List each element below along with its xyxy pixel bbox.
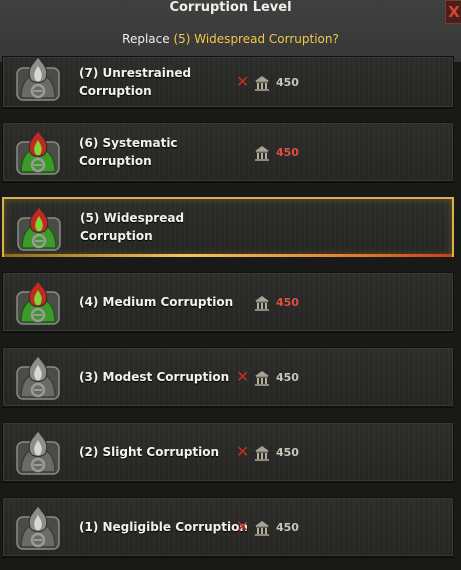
corruption-level-row[interactable]: (4) Medium Corruption 450 [2,272,454,332]
x-icon: ✕ [236,367,250,386]
x-icon: ✕ [236,442,250,461]
corruption-level-row[interactable]: (2) Slight Corruption ✕ 450 [2,422,454,482]
flame-emblem-icon [13,353,63,403]
flame-emblem-icon [13,278,63,328]
building-icon [254,295,270,311]
flame-emblem-icon [14,204,64,254]
prompt-prefix: Replace [122,32,170,46]
x-icon: ✕ [236,72,250,91]
level-label: (1) Negligible Corruption [79,520,248,534]
corruption-level-row[interactable]: (5) Widespread Corruption [2,197,454,257]
level-label: (5) Widespread Corruption [80,211,185,243]
x-icon: ✕ [236,517,250,536]
flame-emblem-icon [13,503,63,553]
level-label: (3) Modest Corruption [79,370,230,384]
cost-value: 450 [276,146,299,159]
corruption-level-row[interactable]: (3) Modest Corruption ✕ 450 [2,347,454,407]
level-label: (7) Unrestrained Corruption [79,66,192,98]
level-label: (2) Slight Corruption [79,445,220,459]
flame-emblem-icon [13,54,63,104]
cost-value: 450 [276,521,299,534]
corruption-level-row[interactable]: (1) Negligible Corruption ✕ 450 [2,497,454,557]
flame-emblem-icon [13,428,63,478]
level-label: (4) Medium Corruption [79,295,234,309]
building-icon [254,520,270,536]
dialog-prompt: Replace (5) Widespread Corruption? [0,32,461,46]
cost-value: 450 [276,296,299,309]
cost-value: 450 [276,446,299,459]
cost-value: 450 [276,76,299,89]
corruption-level-row[interactable]: (7) Unrestrained Corruption ✕ 450 [2,56,454,108]
level-label: (6) Systematic Corruption [79,136,178,168]
dialog-title: Corruption Level [169,0,292,15]
cost-value: 450 [276,371,299,384]
prompt-highlight: (5) Widespread Corruption? [173,32,339,46]
dialog-header: Corruption Level Replace (5) Widespread … [0,0,461,63]
building-icon [254,145,270,161]
building-icon [254,75,270,91]
corruption-level-row[interactable]: (6) Systematic Corruption 450 [2,122,454,182]
building-icon [254,370,270,386]
flame-emblem-icon [13,128,63,178]
close-button[interactable]: X [445,0,461,24]
building-icon [254,445,270,461]
corruption-level-list: (7) Unrestrained Corruption ✕ 450 (6) Sys… [0,56,461,570]
